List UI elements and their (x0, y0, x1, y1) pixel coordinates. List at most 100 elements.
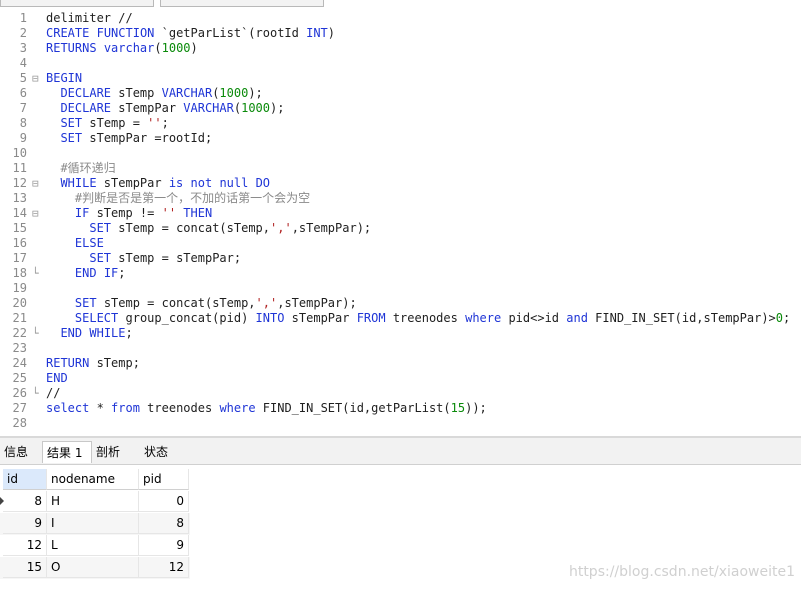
line-number: 21 (12, 311, 27, 325)
sql-editor[interactable]: 1 delimiter // 2 CREATE FUNCTION `getParLis… (0, 8, 801, 436)
table-row[interactable]: 12 L 9 (0, 535, 190, 557)
code-line[interactable]: 11 #循环递归 (0, 161, 801, 176)
code-line[interactable]: 19 (0, 281, 801, 296)
code-line[interactable]: 16 ELSE (0, 236, 801, 251)
cell-nodename[interactable]: I (47, 513, 139, 534)
fold-collapse-icon[interactable]: ⊟ (32, 71, 39, 86)
line-number: 14 (12, 206, 27, 220)
tab-profile[interactable]: 剖析 (92, 441, 138, 463)
code-line[interactable]: 2 CREATE FUNCTION `getParList`(rootId INT… (0, 26, 801, 41)
line-number: 27 (12, 401, 27, 415)
code-line[interactable]: 27 select * from treenodes where FIND_IN_… (0, 401, 801, 416)
line-number: 26 (12, 386, 27, 400)
code-line[interactable]: 15 SET sTemp = concat(sTemp,',',sTempPar… (0, 221, 801, 236)
code-line[interactable]: 6 DECLARE sTemp VARCHAR(1000); (0, 86, 801, 101)
result-tab-bar: 信息 结果 1 剖析 状态 (0, 438, 801, 465)
line-number: 10 (12, 146, 27, 160)
line-number: 22 (12, 326, 27, 340)
code-line[interactable]: 26 └ // (0, 386, 801, 401)
line-number: 7 (19, 101, 27, 115)
cell-id[interactable]: 8 (3, 491, 47, 512)
code-line[interactable]: 4 (0, 56, 801, 71)
code-line[interactable]: 28 (0, 416, 801, 431)
code-line[interactable]: 23 (0, 341, 801, 356)
code-line[interactable]: 20 SET sTemp = concat(sTemp,',',sTempPar… (0, 296, 801, 311)
column-header-nodename[interactable]: nodename (47, 469, 139, 490)
code-line[interactable]: 25 END (0, 371, 801, 386)
code-text: END IF; (74, 266, 126, 280)
fold-end-icon: └ (32, 267, 39, 280)
fold-end-icon: └ (32, 387, 39, 400)
code-text: ELSE (74, 236, 104, 250)
code-text: #循环递归 (46, 161, 116, 175)
code-line[interactable]: 8 SET sTemp = ''; (0, 116, 801, 131)
code-line[interactable]: 5 ⊟ BEGIN (0, 71, 801, 86)
line-number: 24 (12, 356, 27, 370)
line-number: 19 (12, 281, 27, 295)
tab-status[interactable]: 状态 (140, 441, 186, 463)
cell-pid[interactable]: 8 (139, 513, 189, 534)
code-text: select * from treenodes where FIND_IN_SE… (46, 401, 487, 415)
line-number: 11 (12, 161, 27, 175)
line-number: 13 (12, 191, 27, 205)
code-text: CREATE FUNCTION `getParList`(rootId INT) (46, 26, 336, 40)
code-line[interactable]: 7 DECLARE sTempPar VARCHAR(1000); (0, 101, 801, 116)
code-text: IF sTemp != '' THEN (74, 206, 213, 220)
code-line[interactable]: 22 └ END WHILE; (0, 326, 801, 341)
code-line[interactable]: 12 ⊟ WHILE sTempPar is not null DO (0, 176, 801, 191)
cell-id[interactable]: 15 (3, 557, 47, 578)
line-number: 8 (19, 116, 27, 130)
cell-nodename[interactable]: H (47, 491, 139, 512)
code-line[interactable]: 1 delimiter // (0, 11, 801, 26)
code-text: SET sTemp = concat(sTemp,',',sTempPar); (89, 221, 372, 235)
watermark: https://blog.csdn.net/xiaoweite1 (568, 564, 795, 580)
query-tab-left[interactable] (0, 0, 154, 7)
table-row[interactable]: 15 O 12 (0, 557, 190, 579)
code-text: SELECT group_concat(pid) INTO sTempPar F… (74, 311, 791, 325)
code-line[interactable]: 3 RETURNS varchar(1000) (0, 41, 801, 56)
code-text: BEGIN (46, 71, 83, 85)
code-line[interactable]: 13 #判断是否是第一个，不加的话第一个会为空 (0, 191, 801, 206)
code-text: SET sTempPar =rootId; (60, 131, 213, 145)
fold-collapse-icon[interactable]: ⊟ (32, 176, 39, 191)
line-number: 28 (12, 416, 27, 430)
table-row[interactable]: 8 H 0 (0, 491, 190, 513)
cell-nodename[interactable]: L (47, 535, 139, 556)
line-number: 1 (19, 11, 27, 25)
code-line[interactable]: 14 ⊟ IF sTemp != '' THEN (0, 206, 801, 221)
code-text: DECLARE sTemp VARCHAR(1000); (60, 86, 263, 100)
cell-id[interactable]: 12 (3, 535, 47, 556)
cell-nodename[interactable]: O (47, 557, 139, 578)
cell-pid[interactable]: 9 (139, 535, 189, 556)
code-text: DECLARE sTempPar VARCHAR(1000); (60, 101, 285, 115)
code-text: WHILE sTempPar is not null DO (60, 176, 271, 190)
cell-pid[interactable]: 0 (139, 491, 189, 512)
code-line[interactable]: 17 SET sTemp = sTempPar; (0, 251, 801, 266)
code-line[interactable]: 9 SET sTempPar =rootId; (0, 131, 801, 146)
line-number: 12 (12, 176, 27, 190)
query-tab-right[interactable] (160, 0, 324, 7)
line-number: 18 (12, 266, 27, 280)
column-header-id[interactable]: id (3, 469, 47, 490)
table-row[interactable]: 9 I 8 (0, 513, 190, 535)
fold-collapse-icon[interactable]: ⊟ (32, 206, 39, 221)
line-number: 20 (12, 296, 27, 310)
code-line[interactable]: 10 (0, 146, 801, 161)
code-line[interactable]: 24 RETURN sTemp; (0, 356, 801, 371)
line-number: 23 (12, 341, 27, 355)
fold-end-icon: └ (32, 327, 39, 340)
code-text: RETURNS varchar(1000) (46, 41, 198, 55)
tab-info[interactable]: 信息 (0, 441, 42, 463)
tab-result-1[interactable]: 结果 1 (42, 441, 92, 463)
code-text: SET sTemp = ''; (60, 116, 169, 130)
code-line[interactable]: 18 └ END IF; (0, 266, 801, 281)
top-tab-strip (0, 0, 801, 8)
column-header-pid[interactable]: pid (139, 469, 189, 490)
line-number: 15 (12, 221, 27, 235)
line-number: 4 (19, 56, 27, 70)
code-text: // (46, 386, 61, 400)
cell-id[interactable]: 9 (3, 513, 47, 534)
cell-pid[interactable]: 12 (139, 557, 189, 578)
line-number: 3 (19, 41, 27, 55)
code-line[interactable]: 21 SELECT group_concat(pid) INTO sTempPa… (0, 311, 801, 326)
